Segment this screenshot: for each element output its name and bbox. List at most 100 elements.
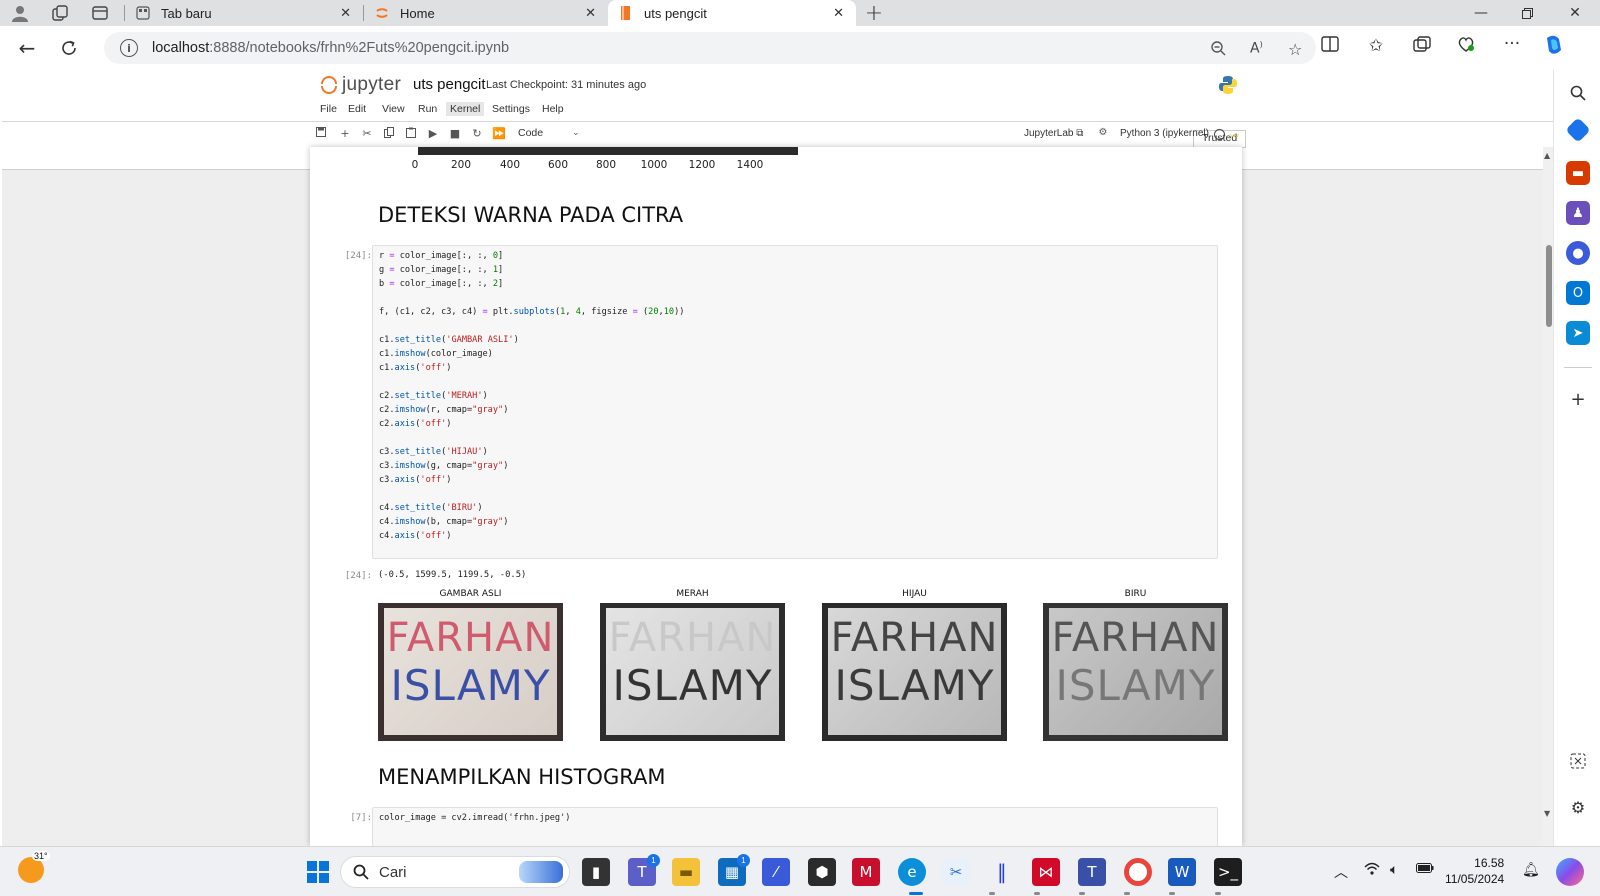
code-line[interactable] — [379, 431, 1211, 445]
shopping-tag-icon[interactable] — [1565, 117, 1591, 143]
menu-settings[interactable]: Settings — [488, 102, 534, 116]
mcafee-icon[interactable]: M — [852, 858, 880, 886]
taskbar-search[interactable]: Cari — [340, 856, 570, 888]
code-line[interactable]: g = color_image[:, :, 1] — [379, 263, 1211, 277]
settings-gear-icon[interactable]: ⚙ — [1566, 795, 1590, 819]
tab-uts-pengcit[interactable]: uts pengcit ✕ — [608, 0, 856, 26]
cube-app-icon[interactable]: ⬢ — [808, 858, 836, 886]
paste-icon[interactable] — [404, 127, 418, 141]
url-text[interactable]: localhost:8888/notebooks/frhn%2Futs%20pe… — [152, 40, 509, 56]
new-tab-button[interactable]: + — [856, 0, 892, 26]
back-icon[interactable]: ← — [6, 28, 48, 68]
notifications-bell-icon[interactable]: 🔔︎ — [1522, 862, 1540, 878]
code-line[interactable]: c4.imshow(b, cmap="gray") — [379, 515, 1211, 529]
task-view-icon[interactable]: ▮ — [582, 858, 610, 886]
kernel-name[interactable]: Python 3 (ipykernel) — [1120, 128, 1209, 139]
copilot-taskbar-icon[interactable] — [1556, 858, 1584, 886]
more-options-icon[interactable]: ··· — [1500, 34, 1524, 54]
close-window-icon[interactable]: ✕ — [1552, 0, 1598, 26]
terminal-icon[interactable]: >_ — [1214, 858, 1242, 886]
menu-help[interactable]: Help — [538, 102, 568, 116]
teams-icon[interactable]: T1 — [628, 854, 660, 886]
code-line[interactable]: c4.axis('off') — [379, 529, 1211, 543]
code-line[interactable]: c1.imshow(color_image) — [379, 347, 1211, 361]
jupyterlab-link[interactable]: JupyterLab ⧉ — [1024, 128, 1083, 139]
favorites-icon[interactable]: ✩ — [1364, 36, 1388, 56]
restore-icon[interactable] — [1504, 0, 1550, 26]
menu-view[interactable]: View — [378, 102, 409, 116]
jupyter-logo[interactable]: jupyter — [320, 74, 401, 96]
whiteboard-app-icon[interactable]: ⁄ — [762, 858, 790, 886]
screenshot-icon[interactable] — [1566, 749, 1590, 773]
menu-kernel[interactable]: Kernel — [446, 102, 485, 116]
code-line[interactable] — [379, 375, 1211, 389]
close-icon[interactable]: ✕ — [585, 5, 596, 21]
browser-essentials-icon[interactable] — [1454, 36, 1478, 57]
microsoft-365-icon[interactable]: ● — [1566, 241, 1590, 265]
run-cell-icon[interactable]: ▶ — [426, 127, 440, 140]
code-line[interactable] — [379, 291, 1211, 305]
minimize-icon[interactable]: — — [1458, 0, 1504, 26]
battery-icon[interactable] — [1416, 862, 1434, 878]
edge-browser-icon[interactable]: e — [898, 858, 926, 886]
read-aloud-icon[interactable]: A) — [1250, 40, 1263, 57]
zoom-icon[interactable] — [1210, 40, 1226, 60]
cut-icon[interactable]: ✂ — [360, 127, 374, 140]
scroll-up-icon[interactable]: ▲ — [1544, 151, 1550, 160]
tools-icon[interactable]: ▬ — [1566, 161, 1590, 185]
code-line[interactable]: c2.axis('off') — [379, 417, 1211, 431]
code-editor[interactable]: r = color_image[:, :, 0] g = color_image[… — [379, 249, 1211, 543]
copy-icon[interactable] — [382, 127, 396, 141]
code-line[interactable]: c3.axis('off') — [379, 473, 1211, 487]
red-app-icon[interactable]: ⋈ — [1032, 858, 1060, 886]
file-explorer-icon[interactable]: ▬ — [672, 858, 700, 886]
tab-tab-baru[interactable]: Tab baru ✕ — [125, 0, 363, 26]
games-icon[interactable]: ♟ — [1566, 201, 1590, 225]
microsoft-store-icon[interactable]: ▦ 1 — [718, 854, 750, 886]
outlook-icon[interactable]: O — [1566, 281, 1590, 305]
menu-run[interactable]: Run — [414, 102, 441, 116]
cell-type-select[interactable]: Code ⌄ — [518, 127, 580, 139]
restart-kernel-icon[interactable]: ↻ — [470, 127, 484, 140]
scroll-down-icon[interactable]: ▼ — [1544, 809, 1550, 818]
volume-icon[interactable]: 🔈︎ — [1390, 862, 1398, 878]
address-bar[interactable]: i localhost:8888/notebooks/frhn%2Futs%20… — [104, 32, 1316, 64]
page-scrollbar-thumb[interactable] — [1546, 245, 1552, 327]
code-line[interactable]: c1.axis('off') — [379, 361, 1211, 375]
kernel-settings-icon[interactable]: ⚙ — [1096, 127, 1110, 138]
telegram-icon[interactable]: ➤ — [1566, 321, 1590, 345]
close-icon[interactable]: ✕ — [340, 5, 351, 21]
stop-kernel-icon[interactable]: ■ — [448, 127, 462, 140]
code-line[interactable]: c2.set_title('MERAH') — [379, 389, 1211, 403]
insert-cell-icon[interactable]: + — [338, 127, 352, 140]
weather-widget[interactable]: 31° — [18, 851, 50, 883]
code-line[interactable]: f, (c1, c2, c3, c4) = plt.subplots(1, 4,… — [379, 305, 1211, 319]
system-clock[interactable]: 16.58 11/05/2024 — [1445, 855, 1504, 887]
save-icon[interactable] — [314, 127, 328, 140]
code-line[interactable]: c2.imshow(r, cmap="gray") — [379, 403, 1211, 417]
snipping-tool-icon[interactable]: ✂ — [942, 858, 970, 886]
code-line[interactable]: c1.set_title('GAMBAR ASLI') — [379, 333, 1211, 347]
menu-edit[interactable]: Edit — [344, 102, 370, 116]
notebook-title[interactable]: uts pengcit — [413, 76, 486, 93]
menu-file[interactable]: File — [316, 102, 341, 116]
code-line[interactable]: r = color_image[:, :, 0] — [379, 249, 1211, 263]
refresh-icon[interactable] — [48, 28, 90, 68]
favorite-star-icon[interactable]: ☆ — [1288, 40, 1302, 59]
copilot-icon[interactable] — [1542, 34, 1566, 61]
split-screen-icon[interactable] — [1318, 36, 1342, 57]
code-line[interactable]: c3.imshow(g, cmap="gray") — [379, 459, 1211, 473]
chrome-icon[interactable] — [1124, 858, 1152, 886]
close-icon[interactable]: ✕ — [833, 5, 844, 21]
collections-icon[interactable] — [1410, 36, 1434, 57]
windows-start-icon[interactable] — [304, 858, 332, 886]
profile-icon[interactable] — [0, 0, 40, 26]
code-cell-histogram[interactable]: color_image = cv2.imread('frhn.jpeg') — [372, 807, 1218, 846]
teams-new-icon[interactable]: T — [1078, 858, 1106, 886]
chevron-up-icon[interactable]: ︿ — [1334, 862, 1348, 882]
word-icon[interactable]: W — [1168, 858, 1196, 886]
site-info-icon[interactable]: i — [120, 39, 138, 57]
code-cell-deteksi-warna[interactable]: r = color_image[:, :, 0] g = color_image[… — [372, 245, 1218, 559]
code-line[interactable] — [379, 319, 1211, 333]
code-line[interactable]: c4.set_title('BIRU') — [379, 501, 1211, 515]
